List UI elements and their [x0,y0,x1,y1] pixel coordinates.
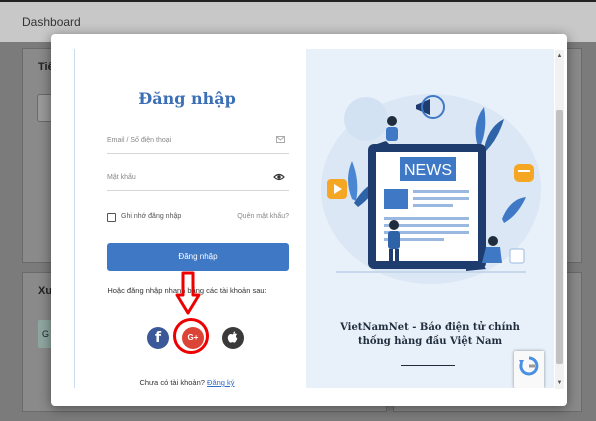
scroll-up-arrow-icon[interactable]: ▲ [556,52,563,60]
email-field[interactable]: Email / Số điện thoại [107,133,289,154]
recaptcha-icon [519,356,539,376]
login-button[interactable]: Đăng nhập [107,243,289,271]
signup-prompt: Chưa có tài khoản? [139,378,205,387]
envelope-icon [276,136,285,143]
login-modal: Đăng nhập Email / Số điện thoại Mật khẩu… [51,34,567,406]
down-arrow-annotation [175,271,201,315]
promo-caption-line-2: thống hàng đầu Việt Nam [357,336,503,347]
dashboard-title: Dashboard [22,15,81,29]
modal-content: Đăng nhập Email / Số điện thoại Mật khẩu… [66,49,554,388]
email-placeholder: Email / Số điện thoại [107,137,172,144]
promo-caption-line-1: VietNamNet - Báo điện tử chính [340,322,520,333]
password-field[interactable]: Mật khẩu [107,170,289,191]
google-login-button[interactable]: G+ [182,327,204,349]
remember-row: Ghi nhớ đăng nhập Quên mật khẩu? [107,212,289,224]
facebook-login-button[interactable]: f [147,327,169,349]
apple-icon [227,331,238,343]
recaptcha-badge[interactable] [514,351,544,388]
login-form: Đăng nhập Email / Số điện thoại Mật khẩu… [74,49,298,388]
password-placeholder: Mật khẩu [107,174,136,181]
apple-login-button[interactable] [222,327,244,349]
remember-label[interactable]: Ghi nhớ đăng nhập [121,213,181,220]
scrollbar-thumb[interactable] [556,110,563,364]
promo-panel: NEWS VietNamNet - Báo điện tử chính thốn… [306,49,554,388]
promo-caption: VietNamNet - Báo điện tử chính thống hàn… [316,321,544,349]
remember-checkbox[interactable] [107,213,116,222]
background-chip-text: G [42,329,50,339]
forgot-password-link[interactable]: Quên mật khẩu? [237,213,289,220]
news-illustration: NEWS [321,94,541,284]
background-card-label: Xu [38,285,53,297]
news-label: NEWS [404,162,452,179]
caption-divider [401,365,455,366]
scroll-down-arrow-icon[interactable]: ▼ [556,379,563,387]
signup-link[interactable]: Đăng ký [207,378,235,387]
eye-icon[interactable] [273,173,285,181]
signup-row: Chưa có tài khoản? Đăng ký [75,378,299,387]
login-title: Đăng nhập [138,89,236,108]
modal-scrollbar[interactable]: ▲ ▼ [555,50,564,389]
